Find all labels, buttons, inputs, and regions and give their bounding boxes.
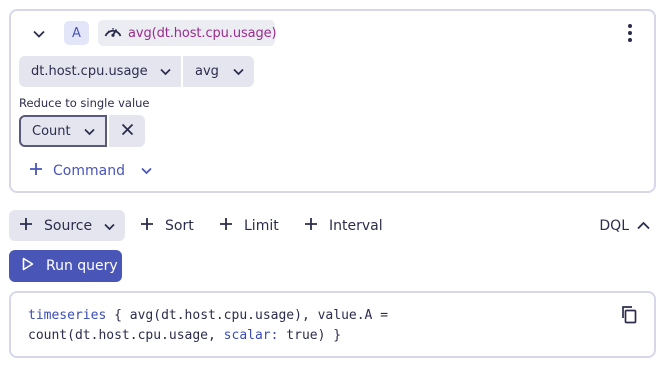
collapse-chevron-icon[interactable] bbox=[29, 24, 49, 44]
dql-keyword: scalar: bbox=[223, 328, 279, 343]
chevron-up-icon bbox=[637, 218, 650, 234]
clear-reduce-button[interactable] bbox=[109, 115, 145, 147]
limit-button[interactable]: Limit bbox=[209, 210, 279, 241]
dql-code-box: timeseries { avg(dt.host.cpu.usage), val… bbox=[9, 291, 656, 358]
plus-icon bbox=[219, 217, 233, 235]
run-query-button[interactable]: Run query bbox=[9, 250, 122, 282]
query-toolbar: Source Sort Limit Interval DQL bbox=[9, 210, 656, 241]
source-label: Source bbox=[44, 217, 93, 234]
dql-keyword: timeseries bbox=[28, 308, 107, 323]
kebab-menu-icon[interactable] bbox=[624, 22, 636, 44]
reduce-select-value: Count bbox=[32, 123, 71, 139]
chevron-down-icon bbox=[104, 219, 115, 235]
reduce-label: Reduce to single value bbox=[19, 96, 150, 110]
chevron-down-icon bbox=[160, 65, 171, 80]
dql-toggle[interactable]: DQL bbox=[599, 210, 650, 241]
dql-text: count(dt.host.cpu.usage, bbox=[28, 328, 224, 343]
plus-icon bbox=[19, 217, 33, 235]
chevron-down-icon bbox=[84, 125, 95, 140]
chevron-down-icon bbox=[141, 163, 152, 179]
metric-select-value: dt.host.cpu.usage bbox=[31, 64, 148, 79]
plus-icon bbox=[304, 217, 318, 235]
interval-label: Interval bbox=[329, 217, 383, 234]
gauge-icon bbox=[103, 23, 123, 43]
dql-text: true) } bbox=[278, 328, 342, 343]
play-icon bbox=[22, 257, 34, 275]
aggregation-select[interactable]: avg bbox=[183, 56, 254, 87]
metric-select[interactable]: dt.host.cpu.usage bbox=[19, 56, 181, 87]
query-card: A avg(dt.host.cpu.usage) dt.host.cpu.usa… bbox=[9, 9, 656, 193]
dql-code[interactable]: timeseries { avg(dt.host.cpu.usage), val… bbox=[28, 306, 388, 346]
aggregation-select-value: avg bbox=[195, 64, 219, 79]
query-letter-badge: A bbox=[64, 21, 89, 45]
close-icon bbox=[121, 123, 134, 140]
plus-icon bbox=[29, 162, 43, 180]
expression-chip[interactable]: avg(dt.host.cpu.usage) bbox=[98, 20, 277, 46]
dql-text: { avg(dt.host.cpu.usage), value.A = bbox=[106, 308, 389, 323]
run-query-label: Run query bbox=[46, 258, 118, 274]
copy-icon[interactable] bbox=[620, 305, 640, 325]
interval-button[interactable]: Interval bbox=[294, 210, 383, 241]
limit-label: Limit bbox=[244, 217, 279, 234]
chevron-down-icon bbox=[233, 65, 244, 80]
sort-button[interactable]: Sort bbox=[130, 210, 194, 241]
source-button[interactable]: Source bbox=[9, 210, 125, 241]
reduce-select[interactable]: Count bbox=[19, 115, 107, 147]
dql-label: DQL bbox=[599, 217, 629, 234]
sort-label: Sort bbox=[165, 217, 194, 234]
command-label: Command bbox=[53, 163, 125, 179]
add-command-button[interactable]: Command bbox=[29, 158, 152, 184]
plus-icon bbox=[140, 217, 154, 235]
expression-text: avg(dt.host.cpu.usage) bbox=[128, 25, 277, 41]
